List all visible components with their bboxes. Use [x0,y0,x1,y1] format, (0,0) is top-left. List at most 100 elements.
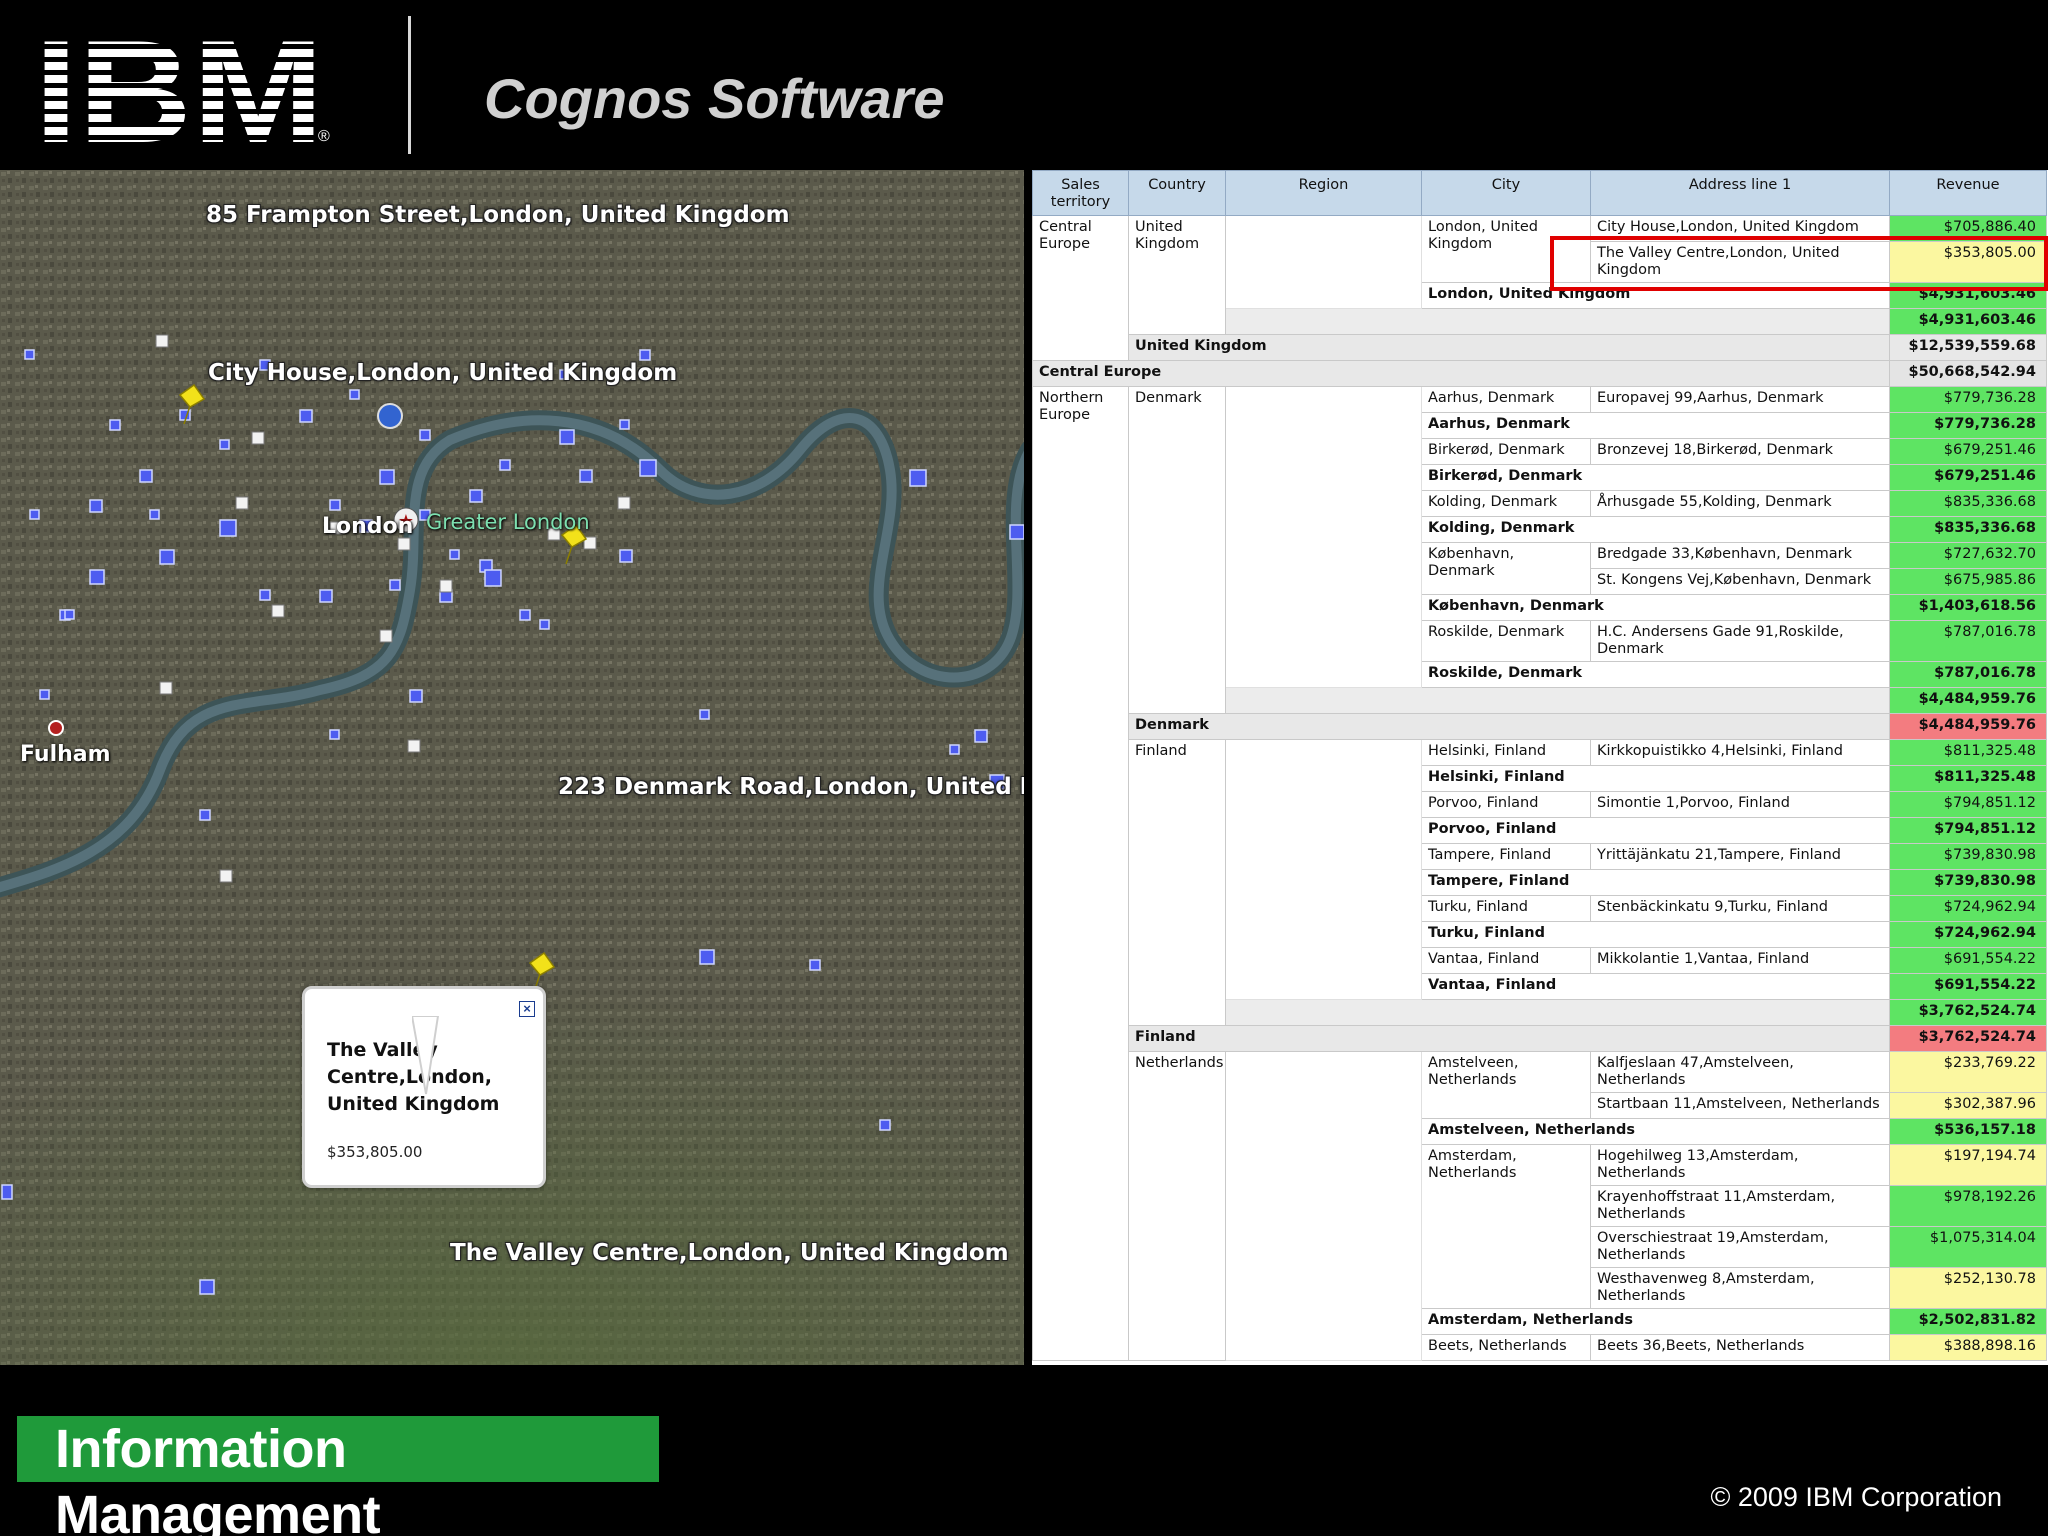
city-total-label: København, Denmark [1421,594,1890,621]
revenue-cell: $779,736.28 [1889,386,2047,413]
revenue-cell: $233,769.22 [1889,1051,2047,1093]
address-cell[interactable]: Europavej 99,Aarhus, Denmark [1590,386,1890,413]
pin-label-denmark-road[interactable]: 223 Denmark Road,London, United Kingdom [558,774,1024,800]
revenue-cell: $978,192.26 [1889,1185,2047,1227]
region-total-spacer [1225,308,1890,335]
address-cell[interactable]: Yrittäjänkatu 21,Tampere, Finland [1590,843,1890,870]
header-bar: IBM ® Cognos Software [0,0,2048,170]
highlight-box [1550,236,2048,291]
region-total-spacer [1225,999,1890,1026]
column-header-country[interactable]: Country [1128,170,1226,216]
popup-tail [412,1016,440,1095]
column-header-city[interactable]: City [1421,170,1591,216]
revenue-cell: $835,336.68 [1889,516,2047,543]
satellite-map[interactable]: ★ 85 Frampton Street,London, United King… [0,170,1024,1365]
address-cell[interactable]: Beets 36,Beets, Netherlands [1590,1334,1890,1361]
country-cell: Finland [1128,739,1226,1026]
revenue-cell: $1,075,314.04 [1889,1226,2047,1268]
city-total-label: Birkerød, Denmark [1421,464,1890,491]
address-cell[interactable]: Startbaan 11,Amstelveen, Netherlands [1590,1092,1890,1119]
pin-label-valley-centre[interactable]: The Valley Centre,London, United Kingdom [450,1240,1009,1266]
nasa-logo-icon [377,403,403,429]
column-header-sales-territory[interactable]: Sales territory [1032,170,1129,216]
revenue-cell: $12,539,559.68 [1889,334,2047,361]
ibm-logo-text: IBM [34,32,324,148]
revenue-cell: $835,336.68 [1889,490,2047,517]
revenue-cell: $675,985.86 [1889,568,2047,595]
summary-row: Denmark $4,484,959.76 [1033,713,2047,740]
city-cell: Amsterdam, Netherlands [1421,1144,1591,1309]
city-total-label: Roskilde, Denmark [1421,661,1890,688]
city-total-label: Vantaa, Finland [1421,973,1890,1000]
revenue-cell: $4,484,959.76 [1889,687,2047,714]
region-cell [1225,215,1422,309]
copyright-text: © 2009 IBM Corporation [1710,1482,2002,1512]
revenue-cell: $779,736.28 [1889,412,2047,439]
summary-row: Finland $3,762,524.74 [1033,1025,2047,1052]
revenue-cell: $739,830.98 [1889,843,2047,870]
revenue-cell: $739,830.98 [1889,869,2047,896]
city-cell: Turku, Finland [1421,895,1591,922]
city-cell: Porvoo, Finland [1421,791,1591,818]
revenue-report[interactable]: Sales territory Country Region City Addr… [1032,170,2048,1365]
place-label-fulham: Fulham [20,742,111,767]
country-cell: Denmark [1128,386,1226,714]
table-header-row: Sales territory Country Region City Addr… [1032,170,2047,216]
revenue-cell: $302,387.96 [1889,1092,2047,1119]
revenue-cell: $787,016.78 [1889,620,2047,662]
address-cell[interactable]: Overschiestraat 19,Amsterdam, Netherland… [1590,1226,1890,1268]
address-cell[interactable]: Kalfjeslaan 47,Amstelveen, Netherlands [1590,1051,1890,1093]
country-cell: United Kingdom [1128,215,1226,335]
region-cell [1225,1051,1422,1361]
address-cell[interactable]: Stenbäckinkatu 9,Turku, Finland [1590,895,1890,922]
summary-row: Central Europe $50,668,542.94 [1032,360,2047,387]
address-cell[interactable]: Bronzevej 18,Birkerød, Denmark [1590,438,1890,465]
fulham-marker-icon [48,720,64,736]
revenue-cell: $787,016.78 [1889,661,2047,688]
country-total-label: Finland [1128,1025,1890,1052]
city-total-label: Amstelveen, Netherlands [1421,1118,1890,1145]
column-header-revenue[interactable]: Revenue [1889,170,2047,216]
address-cell[interactable]: Westhavenweg 8,Amsterdam, Netherlands [1590,1267,1890,1309]
region-total-spacer [1225,687,1890,714]
territory-cell: Northern Europe [1032,386,1129,1361]
revenue-cell: $536,157.18 [1889,1118,2047,1145]
place-label-london: London [322,514,414,539]
revenue-cell: $50,668,542.94 [1889,360,2047,387]
city-cell: København, Denmark [1421,542,1591,595]
country-total-label: United Kingdom [1128,334,1890,361]
address-cell[interactable]: Hogehilweg 13,Amsterdam, Netherlands [1590,1144,1890,1186]
city-cell: Vantaa, Finland [1421,947,1591,974]
revenue-cell: $691,554.22 [1889,973,2047,1000]
revenue-cell: $691,554.22 [1889,947,2047,974]
address-cell[interactable]: H.C. Andersens Gade 91,Roskilde, Denmark [1590,620,1890,662]
product-title: Cognos Software [484,67,945,130]
address-cell[interactable]: Mikkolantie 1,Vantaa, Finland [1590,947,1890,974]
table-row: Finland Helsinki, Finland Kirkkopuistikko … [1033,739,2047,1026]
address-cell[interactable]: Simontie 1,Porvoo, Finland [1590,791,1890,818]
pin-label-frampton[interactable]: 85 Frampton Street,London, United Kingdo… [206,202,790,228]
revenue-cell: $4,931,603.46 [1889,308,2047,335]
revenue-cell: $724,962.94 [1889,895,2047,922]
registered-mark: ® [318,128,330,145]
revenue-cell: $811,325.48 [1889,765,2047,792]
address-cell[interactable]: Krayenhoffstraat 11,Amsterdam, Netherlan… [1590,1185,1890,1227]
region-cell [1225,739,1422,1000]
column-header-address[interactable]: Address line 1 [1590,170,1890,216]
popup-value: $353,805.00 [327,1143,423,1161]
city-cell: Amstelveen, Netherlands [1421,1051,1591,1119]
column-header-region[interactable]: Region [1225,170,1422,216]
city-cell: Beets, Netherlands [1421,1334,1591,1361]
close-icon[interactable]: × [519,1001,535,1017]
territory-total-label: Central Europe [1032,360,1890,387]
address-cell[interactable]: Århusgade 55,Kolding, Denmark [1590,490,1890,517]
city-cell: Aarhus, Denmark [1421,386,1591,413]
address-cell[interactable]: Kirkkopuistikko 4,Helsinki, Finland [1590,739,1890,766]
header-divider [408,16,411,154]
revenue-cell: $252,130.78 [1889,1267,2047,1309]
city-cell: Birkerød, Denmark [1421,438,1591,465]
pin-label-city-house[interactable]: City House,London, United Kingdom [208,360,677,386]
address-cell[interactable]: Bredgade 33,København, Denmark [1590,542,1890,569]
table-row: Northern Europe Denmark Aarhus, Denmark Eur… [1032,386,2047,1361]
address-cell[interactable]: St. Kongens Vej,København, Denmark [1590,568,1890,595]
